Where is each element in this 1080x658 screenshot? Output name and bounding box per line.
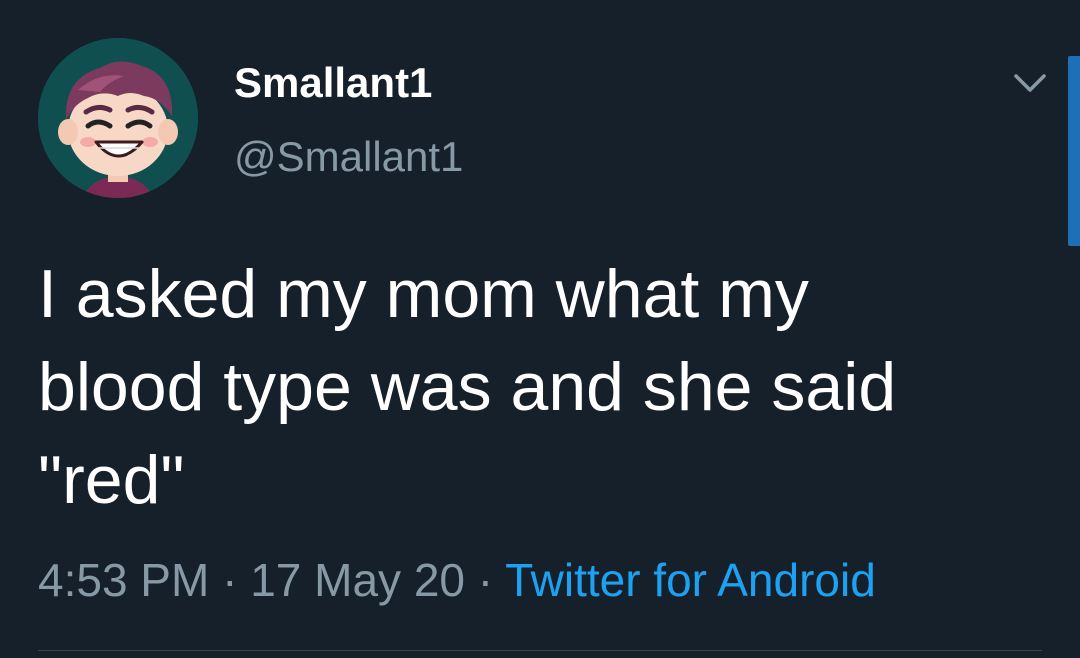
tweet-text: I asked my mom what my blood type was and… — [38, 248, 1048, 527]
divider — [38, 650, 1042, 651]
tweet-text-line: I asked my mom what my — [38, 256, 809, 332]
avatar[interactable] — [38, 38, 198, 198]
tweet-date[interactable]: 17 May 20 — [250, 554, 465, 606]
scrollbar-thumb[interactable] — [1068, 56, 1080, 246]
meta-separator: · — [209, 554, 251, 606]
cartoon-avatar-icon — [38, 38, 198, 198]
display-name[interactable]: Smallant1 — [234, 58, 432, 108]
tweet-metadata: 4:53 PM · 17 May 20 · Twitter for Androi… — [38, 552, 876, 608]
tweet-text-line: "red" — [38, 442, 185, 518]
chevron-down-icon[interactable] — [1010, 68, 1050, 96]
tweet-source-link[interactable]: Twitter for Android — [505, 554, 876, 606]
user-handle[interactable]: @Smallant1 — [234, 132, 463, 182]
tweet-card: Smallant1 @Smallant1 I asked my mom what… — [0, 0, 1080, 658]
tweet-text-line: blood type was and she said — [38, 349, 897, 425]
meta-separator: · — [465, 554, 506, 606]
tweet-time[interactable]: 4:53 PM — [38, 554, 209, 606]
